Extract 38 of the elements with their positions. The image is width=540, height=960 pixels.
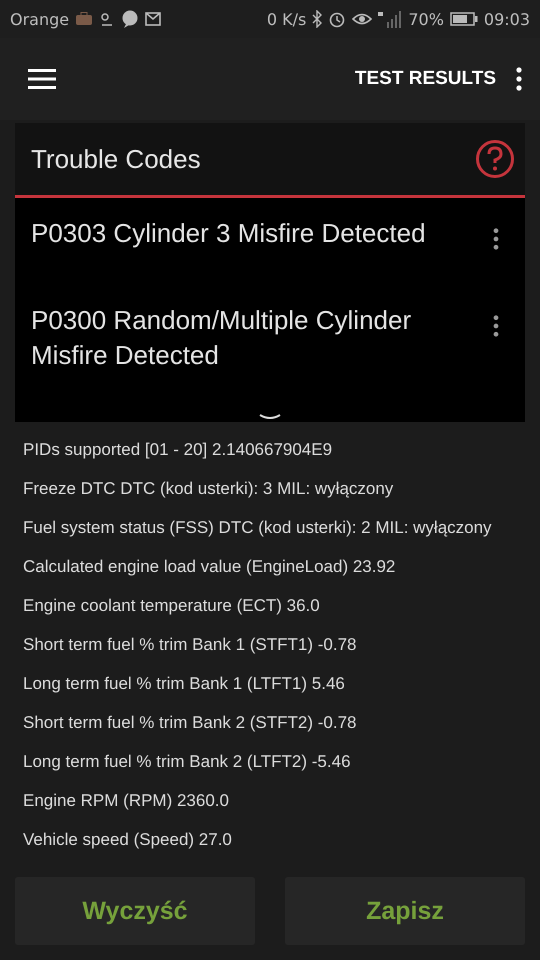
more-options-button[interactable] [493, 228, 499, 250]
help-button[interactable] [475, 139, 515, 179]
reading-text: Engine RPM (RPM) 2360.0 [23, 790, 230, 812]
more-icon [516, 67, 522, 91]
save-button[interactable]: Zapisz [285, 877, 525, 945]
bluetooth-icon [312, 10, 322, 28]
more-options-button[interactable] [493, 315, 499, 337]
clock-time: 09:03 [484, 10, 530, 28]
network-speed: 0 K/s [266, 10, 306, 28]
mail-icon [145, 12, 162, 26]
more-icon [493, 228, 499, 250]
reading-text: Freeze DTC DTC (kod usterki): 3 MIL: wyłączony [23, 478, 394, 500]
alarm-icon [328, 10, 346, 28]
card-title: Trouble Codes [31, 144, 201, 174]
reading-text: Short term fuel % trim Bank 1 (STFT1) -0.78 [23, 634, 358, 656]
trouble-code-text: P0303 Cylinder 3 Misfire Detected [31, 217, 427, 250]
reading-text: Engine coolant temperature (ECT) 36.0 [23, 595, 321, 617]
reading-text: PIDs supported [01 - 20] 2.140667904E9 [23, 439, 334, 461]
menu-button[interactable] [28, 69, 56, 89]
briefcase-icon [75, 12, 94, 26]
screen-title: TEST RESULTS [354, 68, 496, 90]
overflow-menu-button[interactable] [516, 67, 522, 91]
reading-text: Vehicle speed (Speed) 27.0 [23, 829, 233, 851]
battery-percent: 70% [408, 10, 444, 28]
reading-text: Calculated engine load value (EngineLoad) 23.92 [23, 556, 396, 578]
clear-button[interactable]: Wyczyść [15, 877, 255, 945]
more-icon [493, 315, 499, 337]
reading-text: Long term fuel % trim Bank 1 (LTFT1) 5.46 [23, 673, 346, 695]
chevron-down-icon [259, 414, 281, 420]
trouble-code-text: P0300 Random/Multiple Cylinder Misfire Detected [31, 304, 412, 372]
chat-icon [121, 10, 140, 28]
reading-text: Long term fuel % trim Bank 2 (LTFT2) -5.46 [23, 751, 352, 773]
eye-icon [352, 12, 372, 26]
carrier-name: Orange [10, 10, 70, 28]
reading-text: Fuel system status (FSS) DTC (kod usterki): 2 MIL: wyłączony [23, 517, 493, 539]
battery-icon [450, 12, 478, 26]
reading-text: Short term fuel % trim Bank 2 (STFT2) -0.78 [23, 712, 358, 734]
signal-icon [378, 10, 402, 28]
